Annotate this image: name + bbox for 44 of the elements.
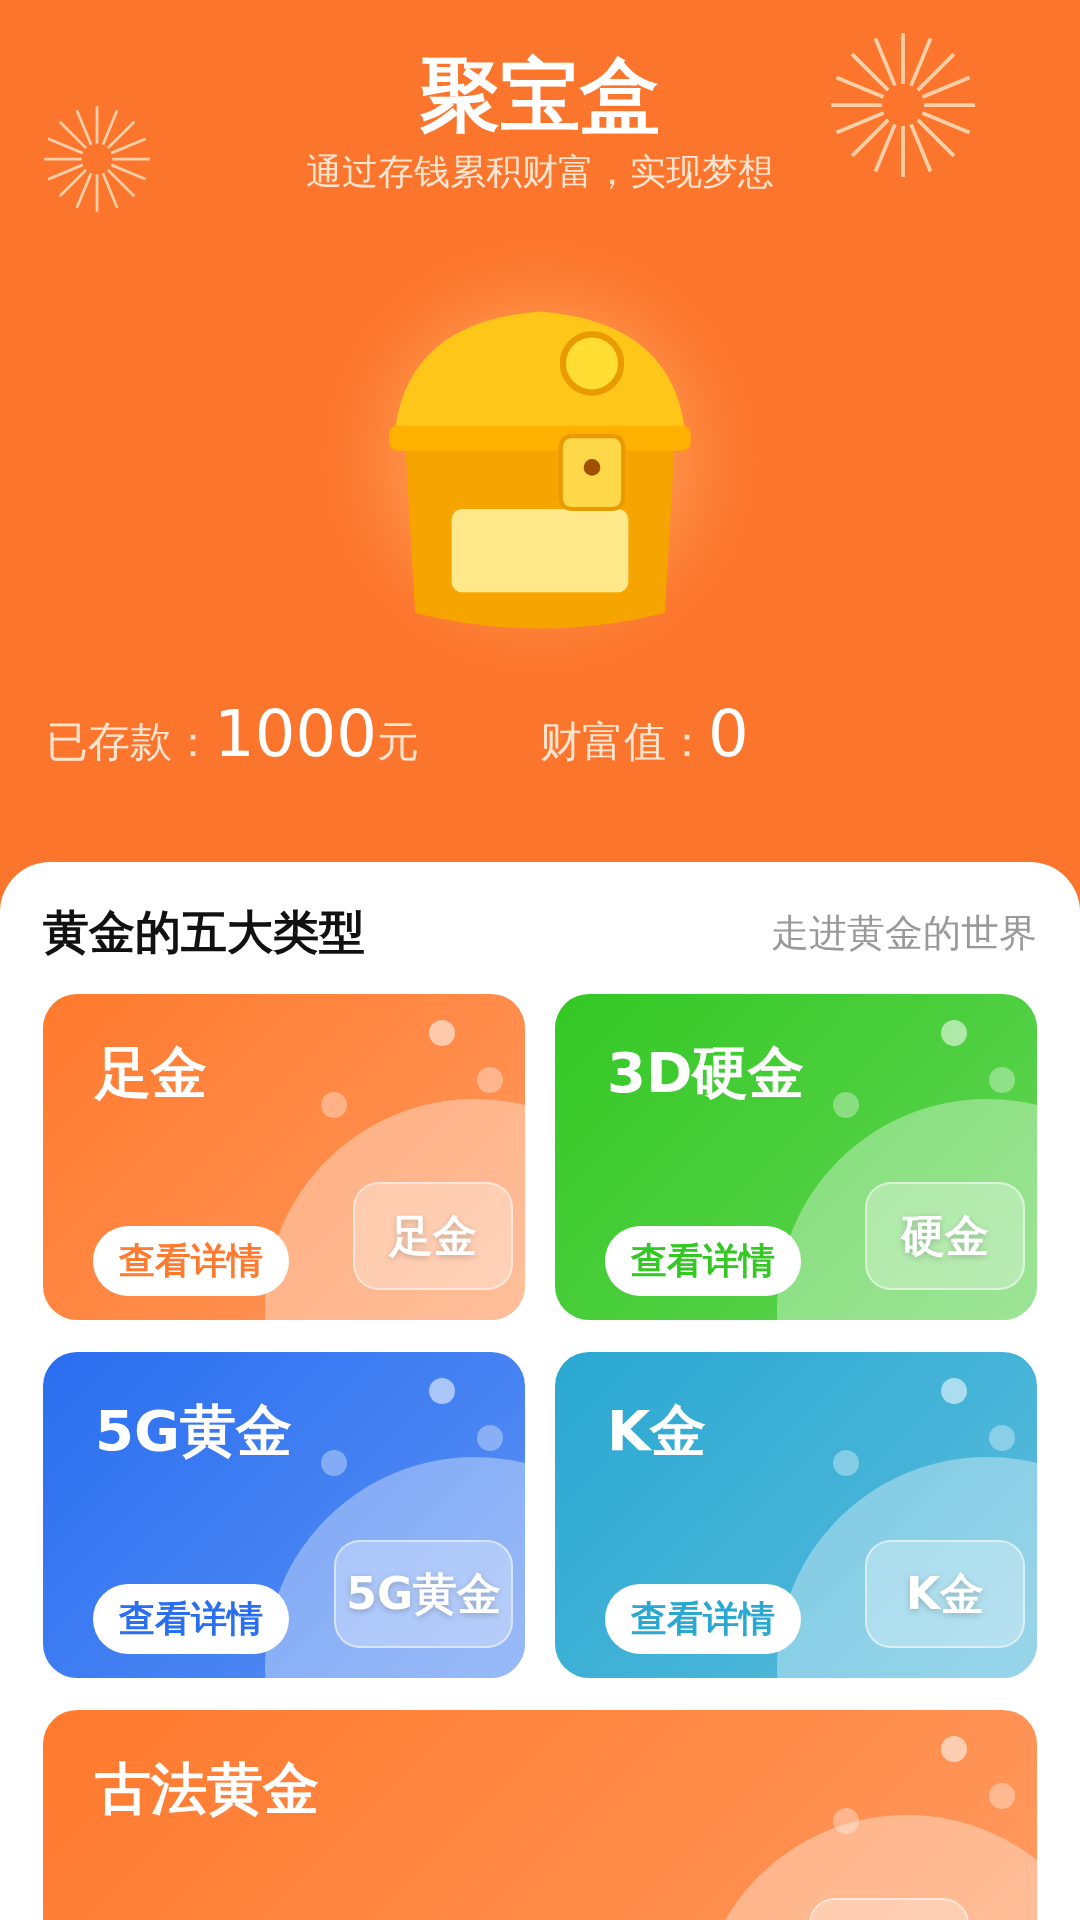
dot-icon [321, 1450, 347, 1476]
stat-unit: 元 [376, 716, 419, 768]
category-card[interactable]: 5G黄金 查看详情 5G黄金 [43, 1352, 525, 1678]
dot-icon [833, 1808, 859, 1834]
section-link[interactable]: 走进黄金的世界 [771, 907, 1037, 959]
details-button[interactable]: 查看详情 [605, 1226, 801, 1296]
card-title: 5G黄金 [95, 1397, 292, 1465]
dot-icon [989, 1425, 1015, 1451]
dot-icon [989, 1067, 1015, 1093]
category-card[interactable]: 古法黄金 [43, 1710, 1037, 1920]
card-title: 3D硬金 [607, 1039, 805, 1107]
dot-icon [429, 1020, 455, 1046]
card-title: 足金 [95, 1039, 207, 1107]
dot-icon [477, 1425, 503, 1451]
dot-icon [941, 1736, 967, 1762]
details-button[interactable]: 查看详情 [93, 1584, 289, 1654]
sparkle-icon [42, 104, 152, 214]
sparkle-icon [828, 30, 978, 180]
stat-label: 财富值： [540, 716, 708, 768]
card-badge: 硬金 [865, 1182, 1025, 1290]
stat-value: 1000 [214, 697, 377, 771]
details-button[interactable]: 查看详情 [605, 1584, 801, 1654]
stat-label: 已存款： [46, 716, 214, 768]
dot-icon [833, 1092, 859, 1118]
card-badge: K金 [865, 1540, 1025, 1648]
card-title: 古法黄金 [95, 1755, 319, 1823]
page-title: 聚宝盒 [420, 48, 660, 144]
category-card[interactable]: 足金 查看详情 足金 [43, 994, 525, 1320]
stat-value: 0 [708, 697, 749, 771]
dot-icon [477, 1067, 503, 1093]
dot-icon [833, 1450, 859, 1476]
category-card[interactable]: K金 查看详情 K金 [555, 1352, 1037, 1678]
card-title: K金 [607, 1397, 707, 1465]
dot-icon [989, 1783, 1015, 1809]
dot-icon [429, 1378, 455, 1404]
dot-icon [321, 1092, 347, 1118]
card-badge: 足金 [353, 1182, 513, 1290]
card-badge: 5G黄金 [334, 1540, 513, 1648]
dot-icon [941, 1378, 967, 1404]
details-button[interactable]: 查看详情 [93, 1226, 289, 1296]
page-subtitle: 通过存钱累积财富，实现梦想 [306, 150, 774, 194]
dot-icon [941, 1020, 967, 1046]
section-title: 黄金的五大类型 [43, 904, 365, 961]
category-card[interactable]: 3D硬金 查看详情 硬金 [555, 994, 1037, 1320]
